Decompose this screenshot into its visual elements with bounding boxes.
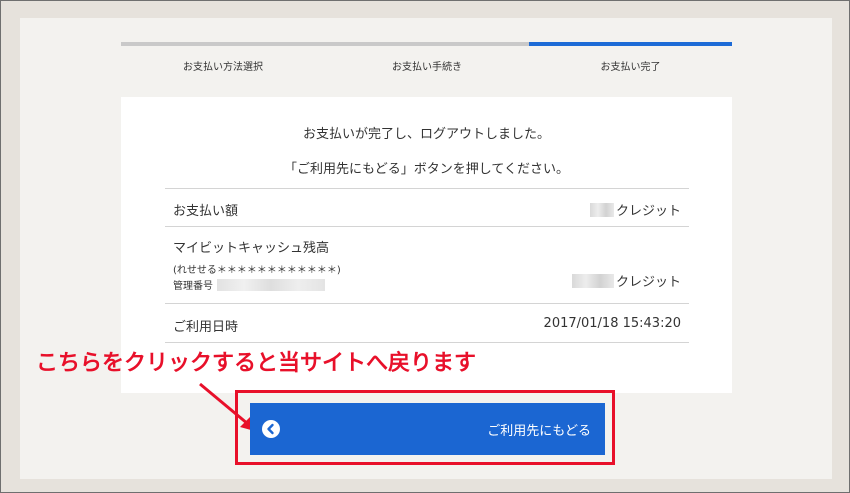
- usage-date-label: ご利用日時: [173, 320, 239, 335]
- masked-balance: [571, 274, 614, 288]
- step-payment-complete: お支払い完了: [529, 42, 732, 82]
- usage-date-row: ご利用日時 2017/01/18 15:43:20: [165, 304, 689, 343]
- step-bar: [121, 42, 325, 46]
- return-button-label: ご利用先にもどる: [487, 424, 591, 439]
- step-label: お支払い完了: [600, 62, 661, 73]
- instruction-message: 「ご利用先にもどる」ボタンを押してください。: [284, 162, 569, 177]
- usage-date-value: 2017/01/18 15:43:20: [543, 316, 681, 331]
- management-number: 管理番号: [173, 277, 325, 292]
- payment-amount-label: お支払い額: [173, 204, 239, 219]
- balance-value: クレジット: [571, 271, 681, 290]
- progress-steps: お支払い方法選択 お支払い手続き お支払い完了: [121, 42, 732, 82]
- masked-amount: [589, 203, 614, 217]
- balance-account-id: (れせせる＊＊＊＊＊＊＊＊＊＊＊＊): [173, 265, 341, 276]
- step-bar-active: [529, 42, 732, 46]
- step-payment-method: お支払い方法選択: [121, 42, 325, 82]
- balance-unit: クレジット: [615, 275, 681, 290]
- masked-management-number: [217, 279, 325, 291]
- chevron-left-icon: [262, 420, 280, 438]
- step-bar: [325, 42, 529, 46]
- balance-label: マイビットキャッシュ残高: [173, 241, 330, 256]
- payment-amount-unit: クレジット: [615, 204, 681, 219]
- annotation-text: こちらをクリックすると当サイトへ戻ります: [36, 351, 477, 376]
- completion-message: お支払いが完了し、ログアウトしました。: [302, 127, 550, 142]
- balance-row: マイビットキャッシュ残高 (れせせる＊＊＊＊＊＊＊＊＊＊＊＊) 管理番号 クレジ…: [165, 227, 689, 304]
- management-number-label: 管理番号: [173, 281, 213, 292]
- payment-summary-table: お支払い額 クレジット マイビットキャッシュ残高 (れせせる＊＊＊＊＊＊＊＊＊＊…: [165, 188, 689, 343]
- payment-amount-value: クレジット: [589, 200, 681, 219]
- return-to-merchant-button[interactable]: ご利用先にもどる: [250, 403, 605, 455]
- step-label: お支払い方法選択: [183, 62, 263, 73]
- step-label: お支払い手続き: [392, 62, 462, 73]
- step-payment-procedure: お支払い手続き: [325, 42, 529, 82]
- payment-amount-row: お支払い額 クレジット: [165, 189, 689, 227]
